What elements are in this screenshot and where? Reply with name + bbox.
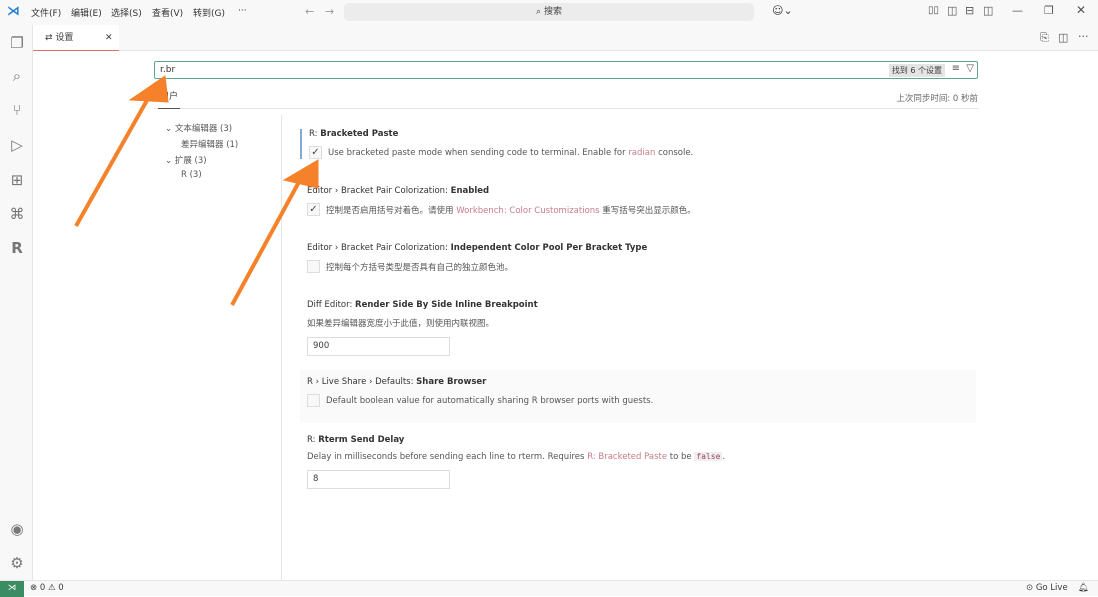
annotation-arrow: [230, 179, 302, 306]
annotation-arrows: [74, 75, 319, 306]
remote-icon[interactable]: ⋊: [0, 581, 24, 597]
problems-status[interactable]: ⊗ 0 ⚠ 0: [30, 581, 64, 596]
status-bar: ⋊ ⊗ 0 ⚠ 0 ⊙ Go Live 🔔︎: [0, 580, 1098, 597]
notifications-bell-icon[interactable]: 🔔︎: [1078, 581, 1089, 596]
annotation-arrow: [74, 94, 152, 227]
go-live-button[interactable]: ⊙ Go Live: [1026, 581, 1068, 596]
annotation-arrowhead: [282, 159, 319, 189]
annotation-arrowhead: [128, 75, 169, 103]
